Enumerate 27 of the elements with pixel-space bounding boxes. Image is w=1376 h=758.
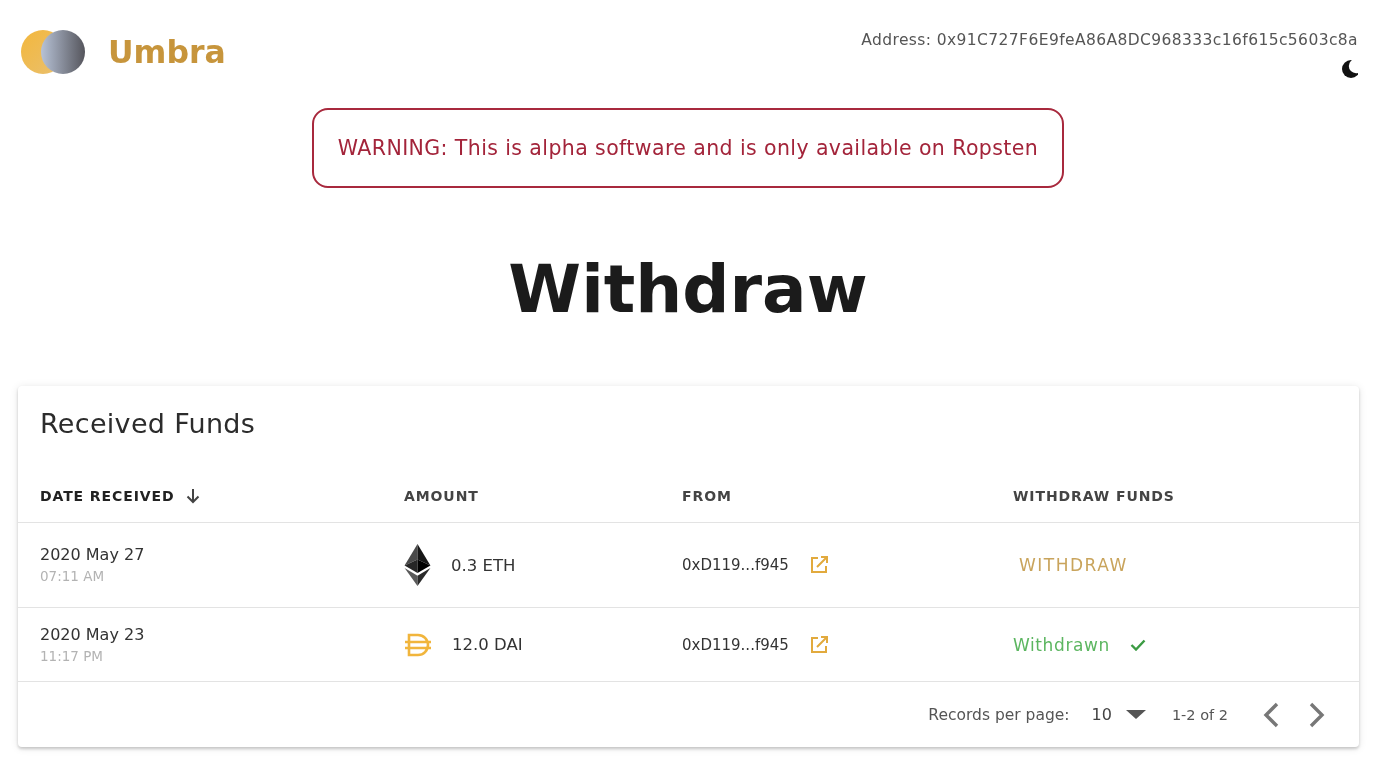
page-title: Withdraw [507, 255, 869, 325]
column-header: FROM [682, 488, 732, 504]
column-header: AMOUNT [404, 488, 479, 504]
check-icon [1129, 638, 1146, 651]
app-name: Umbra [108, 34, 226, 70]
page-range: 1-2 of 2 [1171, 706, 1228, 723]
sender-address: 0xD119...f945 [682, 635, 789, 654]
sender-address: 0xD119...f945 [682, 556, 789, 574]
date-text: 2020 May 27 [40, 544, 145, 566]
caret-icon [1125, 710, 1146, 719]
logo-icon [20, 28, 86, 76]
time-text: 11:17 PM [40, 646, 103, 666]
moon-icon[interactable] [1342, 60, 1358, 78]
withdrawn-status: Withdrawn [1013, 634, 1110, 655]
chevron-left-icon[interactable] [1262, 701, 1280, 728]
records-per-page-label: Records per page: [928, 705, 1070, 724]
card-title: Received Funds [39, 407, 257, 440]
wallet-address: Address: 0x91C727F6E9feA86A8DC968333c16f615c5603c8a [861, 31, 1358, 49]
column-header: WITHDRAW FUNDS [1013, 488, 1175, 504]
amount-text: 0.3 ETH [451, 555, 516, 575]
column-header: DATE RECEIVED [40, 488, 175, 504]
per-page-select[interactable]: 10 [1091, 705, 1146, 724]
amount-text: 12.0 DAI [452, 635, 523, 654]
chevron-right-icon[interactable] [1308, 701, 1326, 728]
warning-banner: WARNING: This is alpha software and is only available on Ropsten [312, 108, 1064, 188]
time-text: 07:11 AM [40, 567, 105, 586]
date-text: 2020 May 23 [40, 623, 145, 646]
